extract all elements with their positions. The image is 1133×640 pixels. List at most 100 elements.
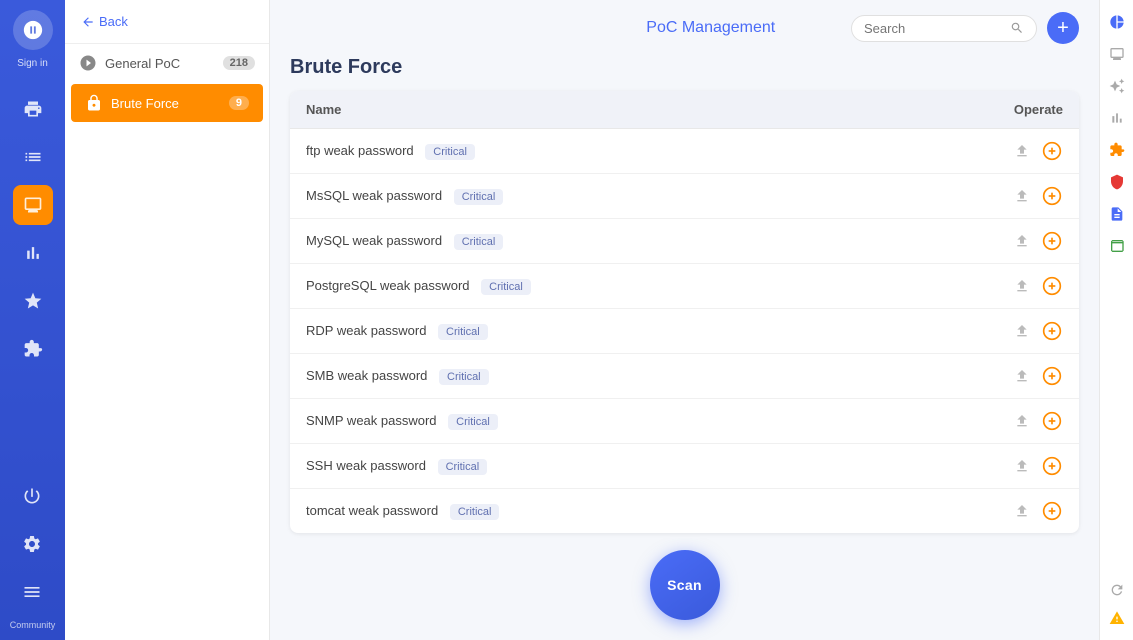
right-icon-bar-chart[interactable] xyxy=(1103,104,1131,132)
col-name-header: Name xyxy=(290,91,885,129)
page-title-center: PoC Management xyxy=(571,19,852,37)
sidebar-icon-star[interactable] xyxy=(13,281,53,321)
add-poc-button[interactable] xyxy=(1041,500,1063,522)
back-button[interactable]: Back xyxy=(65,0,269,44)
table-row: tomcat weak password Critical xyxy=(290,489,1079,534)
search-input[interactable] xyxy=(864,21,1004,36)
table-row: RDP weak password Critical xyxy=(290,309,1079,354)
right-icon-refresh[interactable] xyxy=(1103,576,1131,604)
scan-button[interactable]: Scan xyxy=(650,550,720,620)
brute-force-label: Brute Force xyxy=(111,96,179,111)
add-poc-button[interactable] xyxy=(1041,410,1063,432)
severity-badge: Critical xyxy=(438,459,488,475)
add-poc-button[interactable] xyxy=(1041,275,1063,297)
sidebar-icon-menu[interactable] xyxy=(12,572,52,612)
row-operate-cell xyxy=(885,129,1079,174)
scan-button-wrap: Scan xyxy=(650,550,720,620)
sidebar-icon-settings[interactable] xyxy=(12,524,52,564)
row-name-cell: SSH weak password Critical xyxy=(290,444,885,489)
add-poc-button[interactable] xyxy=(1041,320,1063,342)
right-icon-document[interactable] xyxy=(1103,200,1131,228)
sidebar-icon-list[interactable] xyxy=(13,137,53,177)
add-poc-button[interactable] xyxy=(1041,230,1063,252)
right-icon-shield[interactable] xyxy=(1103,168,1131,196)
sidebar-icon-printer[interactable] xyxy=(13,89,53,129)
add-poc-button[interactable] xyxy=(1041,140,1063,162)
vulnerability-name: MySQL weak password xyxy=(306,233,442,248)
vulnerability-name: MsSQL weak password xyxy=(306,188,442,203)
upload-button[interactable] xyxy=(1011,365,1033,387)
nav-item-brute-force[interactable]: Brute Force 9 xyxy=(71,84,263,122)
right-icon-puzzle[interactable] xyxy=(1103,136,1131,164)
severity-badge: Critical xyxy=(448,414,498,430)
upload-button[interactable] xyxy=(1011,140,1033,162)
upload-button[interactable] xyxy=(1011,500,1033,522)
right-icon-monitor[interactable] xyxy=(1103,40,1131,68)
row-operate-cell xyxy=(885,174,1079,219)
row-name-cell: MsSQL weak password Critical xyxy=(290,174,885,219)
right-icon-sparkle[interactable] xyxy=(1103,72,1131,100)
upload-button[interactable] xyxy=(1011,410,1033,432)
page-heading: Brute Force xyxy=(290,56,1079,79)
nav-panel: Back General PoC 218 Brute Force 9 xyxy=(65,0,270,640)
sidebar-bottom: Community xyxy=(10,472,56,630)
main-header: PoC Management + xyxy=(270,0,1099,56)
add-poc-button[interactable] xyxy=(1041,365,1063,387)
table-row: MySQL weak password Critical xyxy=(290,219,1079,264)
severity-badge: Critical xyxy=(454,234,504,250)
vulnerability-name: SSH weak password xyxy=(306,458,426,473)
table-row: ftp weak password Critical xyxy=(290,129,1079,174)
upload-button[interactable] xyxy=(1011,275,1033,297)
right-sidebar xyxy=(1099,0,1133,640)
row-operate-cell xyxy=(885,264,1079,309)
search-icon xyxy=(1010,21,1024,35)
row-operate-cell xyxy=(885,309,1079,354)
right-icon-pie[interactable] xyxy=(1103,8,1131,36)
upload-button[interactable] xyxy=(1011,320,1033,342)
row-name-cell: ftp weak password Critical xyxy=(290,129,885,174)
vulnerability-name: RDP weak password xyxy=(306,323,426,338)
table-row: SSH weak password Critical xyxy=(290,444,1079,489)
row-operate-cell xyxy=(885,219,1079,264)
right-icon-grid[interactable] xyxy=(1103,232,1131,260)
vulnerability-name: ftp weak password xyxy=(306,143,414,158)
vulnerability-name: tomcat weak password xyxy=(306,503,438,518)
header-right: + xyxy=(851,12,1079,44)
add-poc-button[interactable] xyxy=(1041,455,1063,477)
add-button[interactable]: + xyxy=(1047,12,1079,44)
row-name-cell: SNMP weak password Critical xyxy=(290,399,885,444)
col-operate-header: Operate xyxy=(885,91,1079,129)
row-name-cell: tomcat weak password Critical xyxy=(290,489,885,534)
search-box[interactable] xyxy=(851,15,1037,42)
row-operate-cell xyxy=(885,444,1079,489)
sidebar-icon-chart[interactable] xyxy=(13,233,53,273)
sidebar-icon-puzzle[interactable] xyxy=(13,329,53,369)
table-row: SNMP weak password Critical xyxy=(290,399,1079,444)
upload-button[interactable] xyxy=(1011,230,1033,252)
row-operate-cell xyxy=(885,489,1079,534)
back-label: Back xyxy=(99,14,128,29)
general-poc-label: General PoC xyxy=(105,56,180,71)
left-sidebar: Sign in Community xyxy=(0,0,65,640)
upload-button[interactable] xyxy=(1011,455,1033,477)
upload-button[interactable] xyxy=(1011,185,1033,207)
add-poc-button[interactable] xyxy=(1041,185,1063,207)
severity-badge: Critical xyxy=(481,279,531,295)
sidebar-icon-monitor[interactable] xyxy=(13,185,53,225)
severity-badge: Critical xyxy=(454,189,504,205)
table-row: MsSQL weak password Critical xyxy=(290,174,1079,219)
right-icon-warning[interactable] xyxy=(1103,604,1131,632)
nav-item-general-poc[interactable]: General PoC 218 xyxy=(65,44,269,82)
severity-badge: Critical xyxy=(450,504,500,520)
sign-in-label[interactable]: Sign in xyxy=(17,58,48,69)
severity-badge: Critical xyxy=(425,144,475,160)
vulnerability-name: PostgreSQL weak password xyxy=(306,278,470,293)
table-row: SMB weak password Critical xyxy=(290,354,1079,399)
severity-badge: Critical xyxy=(438,324,488,340)
scan-label: Scan xyxy=(667,577,702,593)
app-logo[interactable] xyxy=(13,10,53,50)
row-name-cell: RDP weak password Critical xyxy=(290,309,885,354)
severity-badge: Critical xyxy=(439,369,489,385)
sidebar-icon-power[interactable] xyxy=(12,476,52,516)
vulnerability-name: SNMP weak password xyxy=(306,413,437,428)
